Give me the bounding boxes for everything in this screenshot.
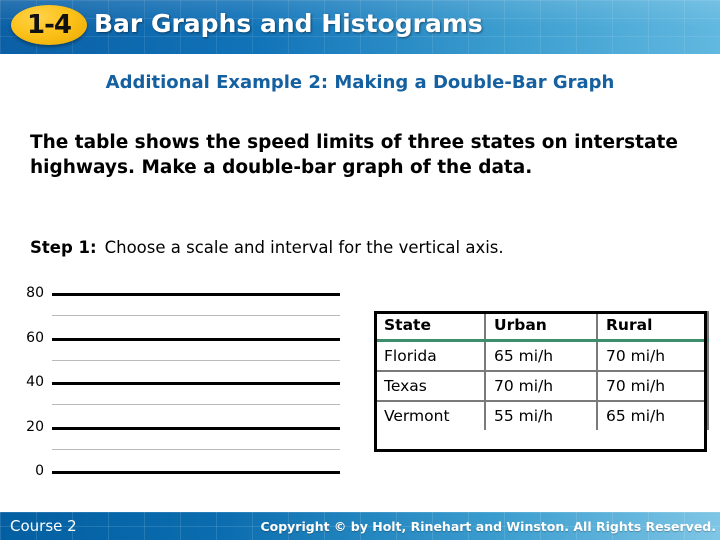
gridline-minor-rule <box>52 404 340 406</box>
column-header-rural: Rural <box>596 311 709 342</box>
table-row: Vermont 55 mi/h 65 mi/h <box>374 400 709 430</box>
page-title: Bar Graphs and Histograms <box>94 9 483 38</box>
problem-statement: The table shows the speed limits of thre… <box>30 132 678 178</box>
gridline-minor-rule <box>52 359 340 361</box>
y-axis-tick-label: 0 <box>35 463 44 479</box>
speed-limit-table-wrap: State Urban Rural Florida 65 mi/h 70 mi/h T… <box>374 311 709 430</box>
table-cell-urban: 70 mi/h <box>484 370 598 401</box>
table-cell-rural: 65 mi/h <box>596 400 709 430</box>
course-label: Course 2 <box>10 517 77 535</box>
column-header-state: State <box>374 311 486 342</box>
table-cell-state: Florida <box>374 340 486 371</box>
y-axis-tick-label: 40 <box>26 374 44 390</box>
table-row: Florida 65 mi/h 70 mi/h <box>374 340 709 371</box>
y-axis-tick-label: 20 <box>26 418 44 435</box>
bar-graph-axis-area: 80 60 40 20 0 <box>0 282 360 482</box>
slide-header: 1-4 Bar Graphs and Histograms <box>0 0 720 54</box>
step-line: Step 1: Choose a scale and interval for t… <box>30 238 504 257</box>
example-subtitle: Additional Example 2: Making a Double-Ba… <box>105 72 615 93</box>
table-row: Texas 70 mi/h 70 mi/h <box>374 370 709 401</box>
lesson-number-badge: 1-4 <box>11 5 87 45</box>
gridline-major-rule <box>52 382 340 385</box>
gridline-major-rule <box>52 471 340 474</box>
lesson-number-label: 1-4 <box>27 10 72 40</box>
table-cell-urban: 55 mi/h <box>484 400 598 430</box>
table-cell-state: Vermont <box>374 400 486 430</box>
table-cell-urban: 65 mi/h <box>484 340 598 371</box>
copyright-notice: Copyright © by Holt, Rinehart and Winsto… <box>260 519 716 534</box>
gridline-minor-rule <box>52 315 340 317</box>
gridline-minor-rule <box>52 448 340 450</box>
table-body: Florida 65 mi/h 70 mi/h Texas 70 mi/h 70 mi/h… <box>374 340 709 430</box>
table-header-row: State Urban Rural <box>374 311 709 342</box>
column-header-urban: Urban <box>484 311 598 342</box>
table-cell-rural: 70 mi/h <box>596 370 709 401</box>
y-axis-tick-label: 80 <box>26 285 44 301</box>
gridline-major-rule <box>52 293 340 296</box>
gridline-major-rule <box>52 337 340 341</box>
slide-footer: Course 2 Copyright © by Holt, Rinehart a… <box>0 512 720 540</box>
table-cell-state: Texas <box>374 370 486 401</box>
gridline-major-rule <box>52 426 340 430</box>
y-axis-tick-label: 60 <box>26 329 44 346</box>
speed-limit-table: State Urban Rural Florida 65 mi/h 70 mi/h T… <box>374 311 709 430</box>
table-cell-rural: 70 mi/h <box>596 340 709 371</box>
step-label: Step 1: <box>30 238 97 257</box>
step-text: Choose a scale and interval for the vert… <box>104 238 504 257</box>
